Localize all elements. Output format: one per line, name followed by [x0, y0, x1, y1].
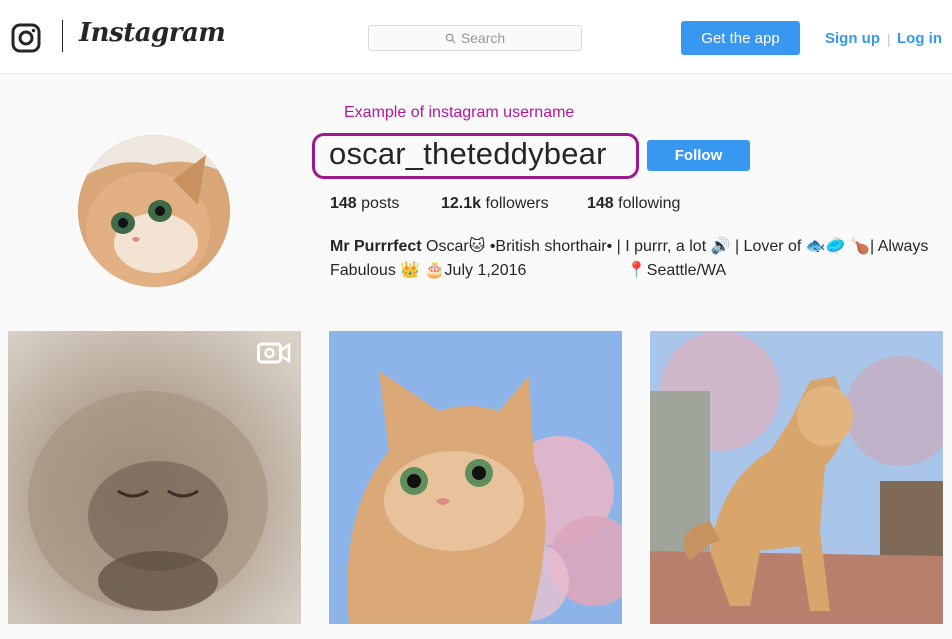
bio-location: 📍Seattle/WA — [626, 262, 727, 279]
nav-divider — [62, 20, 63, 52]
bio-display-name: Mr Purrrfect — [330, 238, 422, 255]
profile-bio: Mr Purrrfect Oscar🐱 •British shorthair• … — [330, 235, 935, 283]
post-thumbnail[interactable] — [650, 331, 943, 624]
following-count: 148 — [587, 195, 614, 212]
cat-avatar-illustration — [78, 135, 230, 287]
post-thumbnail[interactable] — [8, 331, 301, 624]
video-camera-icon — [257, 342, 291, 364]
stat-posts: 148 posts — [330, 195, 399, 213]
followers-count: 12.1k — [441, 195, 482, 212]
instagram-wordmark[interactable]: Instagram — [79, 18, 226, 48]
cat-on-deck-photo — [650, 331, 943, 624]
posts-label: posts — [361, 195, 400, 212]
following-label: following — [618, 195, 681, 212]
annotation-label: Example of instagram username — [344, 104, 575, 121]
followers-label: followers — [485, 195, 549, 212]
search-input[interactable]: Search — [368, 25, 582, 51]
profile-username: oscar_theteddybear — [329, 136, 607, 171]
sign-up-link[interactable]: Sign up — [825, 30, 880, 47]
post-thumbnail[interactable] — [329, 331, 622, 624]
posts-count: 148 — [330, 195, 357, 212]
get-the-app-button[interactable]: Get the app — [681, 21, 800, 55]
search-icon — [445, 33, 456, 44]
stat-following[interactable]: 148 following — [587, 195, 680, 213]
bio-line-1: Oscar🐱 •British shorthair• | I purrr, a … — [421, 238, 929, 255]
stat-followers[interactable]: 12.1k followers — [441, 195, 549, 213]
search-placeholder: Search — [460, 30, 506, 46]
instagram-logo-icon[interactable] — [11, 23, 41, 53]
bio-line-2: Fabulous 👑 🎂July 1,2016 — [330, 262, 527, 279]
cat-under-blossoms-photo — [329, 331, 622, 624]
sleeping-kitten-photo — [8, 331, 301, 624]
nav-link-separator: | — [887, 31, 891, 47]
avatar[interactable] — [78, 135, 230, 287]
top-nav: Instagram Search Get the app Sign up | L… — [0, 0, 952, 74]
log-in-link[interactable]: Log in — [897, 30, 942, 47]
follow-button[interactable]: Follow — [647, 140, 750, 171]
